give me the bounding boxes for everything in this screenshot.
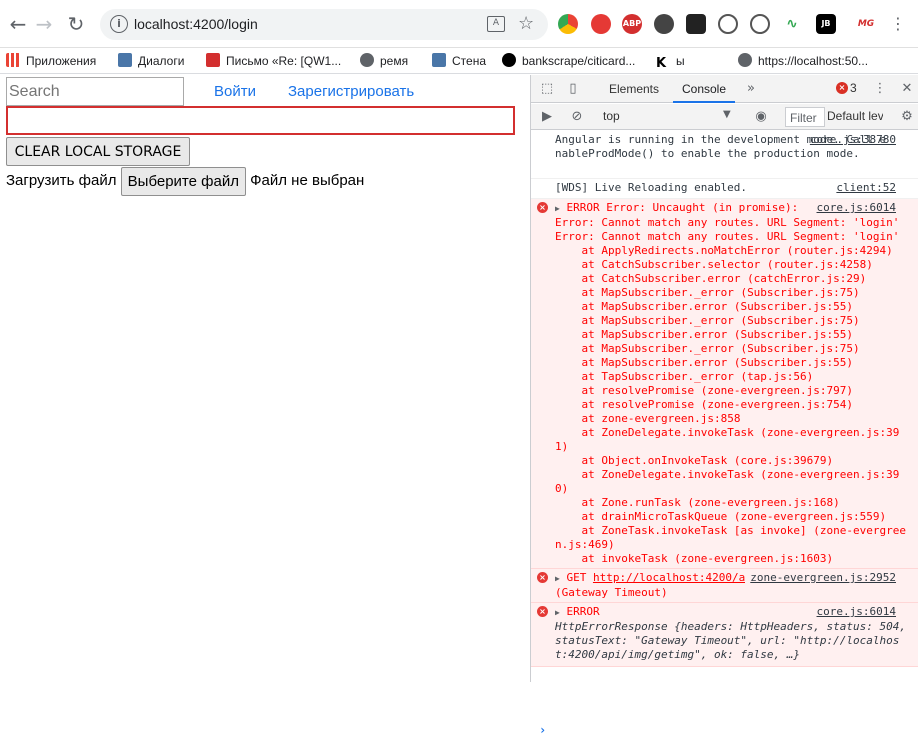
bookmark-github[interactable]: bankscrape/citicard... — [502, 52, 635, 70]
error-body: HttpErrorResponse {headers: HttpHeaders,… — [555, 620, 913, 661]
error-stack: Error: Cannot match any routes. URL Segm… — [555, 216, 907, 565]
source-link[interactable]: core.js:38780 — [806, 133, 896, 147]
circle-extension-icon[interactable] — [718, 14, 738, 34]
tab-elements[interactable]: Elements — [603, 75, 665, 103]
source-link[interactable]: client:52 — [832, 181, 896, 195]
register-link[interactable]: Зарегистрировать — [288, 83, 414, 100]
address-bar[interactable]: i localhost:4200/login A ☆ — [100, 9, 548, 40]
expand-triangle-icon[interactable]: ▶ — [555, 574, 560, 583]
console-message-error-http: × ▶ ERROR core.js:6014 HttpErrorResponse… — [531, 603, 918, 667]
inspect-icon[interactable]: ⬚ — [539, 81, 555, 97]
levels-dropdown[interactable]: Default levels — [827, 109, 883, 123]
devtools-menu-icon[interactable]: ⋮ — [872, 81, 888, 97]
clear-console-icon[interactable]: ⊘ — [569, 109, 585, 125]
search-input[interactable] — [6, 77, 184, 106]
error-title: ERROR — [566, 605, 600, 618]
devtools-tabs: ⬚ ▯ Elements Console » × 3 ⋮ ✕ — [531, 75, 918, 103]
tab-console[interactable]: Console — [673, 75, 735, 103]
translate-icon[interactable]: A — [487, 16, 505, 32]
info-icon[interactable]: i — [110, 15, 128, 33]
wave-extension-icon[interactable]: ∿ — [782, 14, 802, 34]
error-icon: × — [537, 606, 548, 617]
menu-kebab-icon[interactable]: ⋮ — [886, 12, 910, 36]
url-text[interactable]: localhost:4200/login — [134, 16, 258, 32]
star-icon[interactable]: ☆ — [518, 13, 534, 34]
adblock-extension-icon[interactable]: ABP — [622, 14, 642, 34]
globe-icon — [360, 53, 374, 67]
gmail-icon — [206, 53, 220, 67]
context-selector[interactable]: top — [603, 109, 620, 123]
expand-triangle-icon[interactable]: ▶ — [555, 608, 560, 617]
source-link[interactable]: zone-evergreen.js:2952 — [746, 571, 896, 585]
bookmark-time[interactable]: ремя — [360, 52, 408, 70]
page-content: Войти Зарегистрировать CLEAR LOCAL STORA… — [0, 75, 530, 682]
ninja-extension-icon[interactable] — [654, 14, 674, 34]
bookmark-label: https://localhost:50... — [758, 54, 869, 68]
bookmark-label: ремя — [380, 54, 409, 68]
k-icon: K — [656, 57, 670, 71]
sidebar-toggle-icon[interactable]: ▶ — [539, 109, 555, 125]
filter-input[interactable]: Filter — [785, 107, 825, 127]
apps-grid-icon — [6, 53, 20, 67]
bookmark-label: Диалоги — [138, 54, 185, 68]
bookmark-label: Письмо «Re: [QW1... — [226, 54, 342, 68]
error-badge-icon[interactable]: × — [836, 82, 848, 94]
bookmark-k[interactable]: Kы — [656, 52, 685, 71]
expand-triangle-icon[interactable]: ▶ — [555, 204, 560, 213]
globe-icon — [738, 53, 752, 67]
reload-icon[interactable]: ↻ — [64, 12, 88, 36]
console-message-angular: Angular is running in the development mo… — [531, 131, 918, 179]
bookmark-localhost[interactable]: https://localhost:50... — [738, 52, 868, 70]
bookmark-label: ы — [676, 54, 685, 68]
text-input[interactable] — [6, 106, 515, 135]
devtools-close-icon[interactable]: ✕ — [899, 81, 915, 97]
login-link[interactable]: Войти — [214, 83, 256, 100]
device-toggle-icon[interactable]: ▯ — [565, 81, 581, 97]
gear-icon[interactable]: ⚙ — [899, 109, 915, 125]
bookmarks-bar: Приложения Диалоги Письмо «Re: [QW1... р… — [0, 48, 918, 74]
bookmark-apps[interactable]: Приложения — [6, 52, 96, 70]
error-title: ERROR Error: Uncaught (in promise): — [566, 201, 799, 214]
no-file-text: Файл не выбран — [250, 172, 365, 189]
console-output: Angular is running in the development mo… — [531, 131, 918, 737]
browser-toolbar: ← → ↻ i localhost:4200/login A ☆ ABP ∿ J… — [0, 0, 918, 48]
back-arrow-icon[interactable]: ← — [6, 12, 30, 36]
source-link[interactable]: core.js:6014 — [812, 605, 896, 619]
bookmark-dialogs[interactable]: Диалоги — [118, 52, 184, 70]
jetbrains-extension-icon[interactable]: JB — [816, 14, 836, 34]
more-tabs-icon[interactable]: » — [743, 81, 759, 97]
chat-extension-icon[interactable] — [750, 14, 770, 34]
devtools-panel: ⬚ ▯ Elements Console » × 3 ⋮ ✕ ▶ ⊘ top ▼… — [530, 75, 918, 737]
request-method: GET — [566, 571, 587, 584]
message-text: [WDS] Live Reloading enabled. — [555, 181, 748, 194]
chevron-down-icon[interactable]: ▼ — [723, 109, 731, 120]
eye-icon[interactable]: ◉ — [753, 109, 769, 125]
chrome-extension-icon[interactable] — [558, 14, 578, 34]
error-icon: × — [537, 572, 548, 583]
off-extension-icon[interactable] — [686, 14, 706, 34]
bookmark-label: Приложения — [26, 54, 97, 68]
source-link[interactable]: core.js:6014 — [812, 201, 896, 215]
github-icon — [502, 53, 516, 67]
console-message-wds: [WDS] Live Reloading enabled. client:52 — [531, 179, 918, 199]
mg-extension-icon[interactable]: MG — [856, 14, 876, 34]
console-toolbar: ▶ ⊘ top ▼ ◉ Filter Default levels ⚙ — [531, 104, 918, 130]
error-count[interactable]: 3 — [850, 81, 857, 95]
bookmark-label: Стена — [452, 54, 487, 68]
forward-arrow-icon[interactable]: → — [32, 12, 56, 36]
vk-icon — [118, 53, 132, 67]
bookmark-label: bankscrape/citicard... — [522, 54, 636, 68]
upload-row: Загрузить файл Выберите файл Файл не выб… — [6, 166, 364, 196]
upload-label: Загрузить файл — [6, 172, 117, 189]
bookmark-letter[interactable]: Письмо «Re: [QW1... — [206, 52, 341, 70]
opera-extension-icon[interactable] — [591, 14, 611, 34]
error-icon: × — [537, 202, 548, 213]
clear-local-storage-button[interactable]: CLEAR LOCAL STORAGE — [6, 137, 190, 166]
choose-file-button[interactable]: Выберите файл — [120, 166, 246, 196]
vk-icon — [432, 53, 446, 67]
bookmark-wall[interactable]: Стена — [432, 52, 486, 70]
console-prompt-icon[interactable]: › — [539, 723, 546, 737]
console-message-error-get: × ▶ GET http://localhost:4200/api/img/ge… — [531, 569, 918, 603]
console-message-error-routes: × ▶ ERROR Error: Uncaught (in promise): … — [531, 199, 918, 569]
